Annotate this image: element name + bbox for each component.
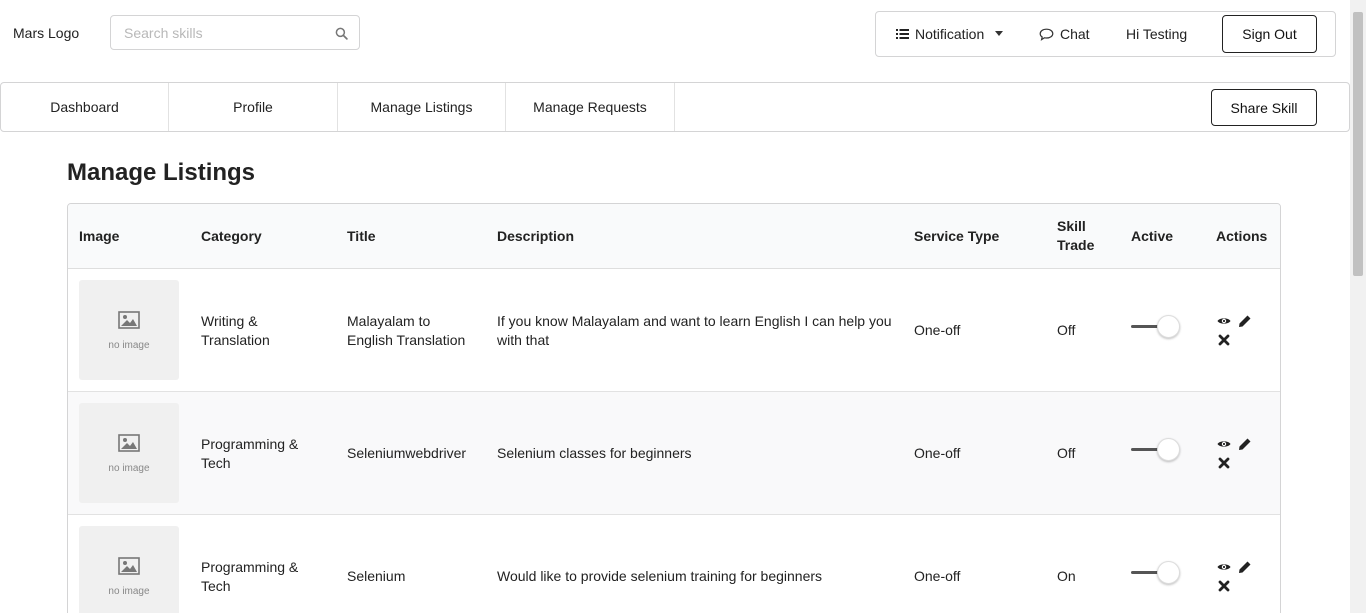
cell-service-type: One-off (914, 568, 961, 584)
header-title: Title (347, 228, 376, 244)
top-bar: Mars Logo Notification Chat Hi Testing (0, 0, 1350, 70)
header-image: Image (79, 228, 120, 244)
no-image-label: no image (108, 340, 150, 351)
page-title: Manage Listings (67, 159, 256, 186)
cell-skill-trade: Off (1057, 322, 1076, 338)
close-icon[interactable] (1218, 580, 1230, 592)
no-image-label: no image (108, 586, 150, 597)
cell-description: Selenium classes for beginners (497, 445, 692, 461)
eye-icon[interactable] (1217, 314, 1231, 328)
listing-image: no image (79, 526, 179, 613)
chat-label: Chat (1060, 26, 1090, 42)
active-toggle[interactable] (1131, 315, 1181, 339)
cell-title: Seleniumwebdriver (347, 445, 467, 461)
header-category: Category (201, 228, 262, 244)
share-skill-button[interactable]: Share Skill (1211, 89, 1317, 126)
listings-table: Image Category Title Description Service… (67, 203, 1281, 613)
chat-bubble-icon (1039, 28, 1054, 41)
eye-icon[interactable] (1217, 560, 1231, 574)
pencil-icon[interactable] (1238, 314, 1252, 328)
header-skill-trade: Skill Trade (1057, 218, 1095, 253)
tab-dashboard[interactable]: Dashboard (1, 83, 169, 131)
scrollbar-thumb[interactable] (1353, 12, 1363, 276)
tab-manage-requests[interactable]: Manage Requests (506, 83, 675, 131)
user-menu: Notification Chat Hi Testing Sign Out (875, 11, 1336, 57)
cell-description: Would like to provide selenium training … (497, 568, 823, 584)
caret-down-icon (995, 31, 1004, 36)
cell-title: Malayalam to English Translation (347, 313, 466, 348)
search-box (110, 15, 360, 50)
notification-label: Notification (915, 26, 985, 42)
search-icon[interactable] (335, 27, 348, 40)
user-greeting[interactable]: Hi Testing (1126, 12, 1187, 56)
cell-service-type: One-off (914, 322, 961, 338)
image-placeholder-icon (118, 557, 140, 575)
image-placeholder-icon (118, 311, 140, 329)
notification-dropdown[interactable]: Notification (896, 12, 1004, 56)
cell-description: If you know Malayalam and want to learn … (497, 313, 892, 348)
table-row: no image Writing & Translation Malayalam… (68, 269, 1280, 392)
eye-icon[interactable] (1217, 437, 1231, 451)
table-row: no image Programming & Tech Selenium Wou… (68, 515, 1280, 613)
listing-image: no image (79, 280, 179, 380)
active-toggle[interactable] (1131, 561, 1181, 585)
no-image-label: no image (108, 463, 150, 474)
search-input[interactable] (111, 16, 331, 49)
cell-title: Selenium (347, 568, 406, 584)
chat-link[interactable]: Chat (1039, 12, 1090, 56)
tab-manage-listings[interactable]: Manage Listings (338, 83, 506, 131)
site-logo[interactable]: Mars Logo (13, 25, 79, 41)
active-toggle[interactable] (1131, 438, 1181, 462)
listing-image: no image (79, 403, 179, 503)
list-icon (896, 29, 909, 39)
image-placeholder-icon (118, 434, 140, 452)
sign-out-button[interactable]: Sign Out (1222, 15, 1317, 53)
cell-category: Writing & Translation (201, 313, 270, 348)
vertical-scrollbar[interactable] (1350, 0, 1366, 613)
pencil-icon[interactable] (1238, 437, 1252, 451)
cell-service-type: One-off (914, 445, 961, 461)
cell-category: Programming & Tech (201, 436, 299, 471)
header-active: Active (1131, 228, 1174, 244)
main-tabs: Dashboard Profile Manage Listings Manage… (0, 82, 1350, 132)
cell-category: Programming & Tech (201, 559, 299, 594)
pencil-icon[interactable] (1238, 560, 1252, 574)
header-actions: Actions (1216, 228, 1268, 244)
tab-profile[interactable]: Profile (169, 83, 338, 131)
cell-skill-trade: On (1057, 568, 1076, 584)
header-service-type: Service Type (914, 228, 1000, 244)
close-icon[interactable] (1218, 457, 1230, 469)
header-description: Description (497, 228, 575, 244)
close-icon[interactable] (1218, 334, 1230, 346)
table-row: no image Programming & Tech Seleniumwebd… (68, 392, 1280, 515)
cell-skill-trade: Off (1057, 445, 1076, 461)
table-header: Image Category Title Description Service… (68, 204, 1280, 269)
